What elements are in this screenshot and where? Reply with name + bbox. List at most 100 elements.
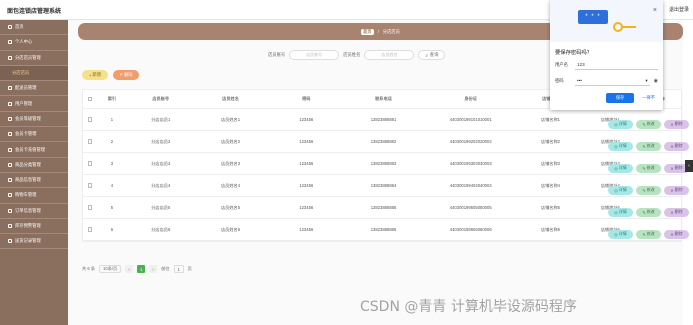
- search-row: 店员账号 店员账号 店员姓名 店员姓名 ⌕ 查询: [268, 50, 446, 60]
- chevron-down-icon[interactable]: ▾: [645, 78, 647, 84]
- table-cell: 13823888886: [370, 227, 397, 232]
- password-value: •••: [577, 78, 582, 83]
- select-all-checkbox[interactable]: [87, 96, 93, 102]
- table-cell: 店铺名称6: [540, 226, 560, 232]
- table-cell: 分店店员3: [151, 160, 171, 166]
- watermark: CSDN @青青 计算机毕设源码程序: [360, 299, 577, 315]
- sidebar-item[interactable]: 库存预警管理: [0, 219, 68, 235]
- app-title: 面包连锁店管理系统: [7, 9, 62, 15]
- table-cell: 440300199202020002: [449, 139, 492, 144]
- never-save-button[interactable]: 一律不: [642, 95, 655, 101]
- plus-icon: +: [88, 72, 92, 78]
- data-table: 索引店员账号店员姓名密码联系电话身份证店铺名称店铺地址操作 1分店店员1店员姓名…: [82, 89, 689, 242]
- table-cell: 13823888884: [370, 183, 397, 188]
- table-cell: 店铺名称3: [540, 160, 560, 166]
- table-cell: 店铺名称4: [540, 182, 560, 188]
- table-cell: 440300199303030003: [449, 161, 492, 166]
- popup-title: 要保存密码吗？: [555, 50, 593, 56]
- row-checkbox[interactable]: [87, 227, 93, 232]
- search-label-name: 店员姓名: [343, 52, 361, 57]
- breadcrumb-home[interactable]: 首页: [361, 28, 374, 35]
- sidebar-item[interactable]: 分店店员管理: [0, 51, 68, 66]
- sidebar-item[interactable]: 商品信息管理: [0, 173, 68, 189]
- menu-icon: [8, 86, 12, 91]
- menu-icon: [8, 239, 12, 244]
- sidebar-item-label: 订单信息管理: [15, 207, 41, 213]
- row-checkbox[interactable]: [87, 161, 93, 166]
- table-row: 2 分店店员2 店员姓名2 123456 13823888882 440300199202…: [83, 131, 689, 153]
- key-shaft: [622, 26, 636, 28]
- table-row: 1 分店店员1 店员姓名1 123456 13823888881 440300199101…: [83, 109, 689, 131]
- row-checkbox-cell: [83, 183, 97, 188]
- table-cell: 店铺名称1: [540, 116, 560, 122]
- add-button[interactable]: + 新增: [82, 70, 108, 80]
- sidebar-item[interactable]: 购物车管理: [0, 188, 68, 204]
- sidebar-item[interactable]: 会员卡管理: [0, 127, 68, 143]
- table-cell: 店员姓名6: [220, 226, 241, 232]
- sidebar-item-label: 商品分类管理: [15, 161, 41, 167]
- table-cell: 分店店员6: [151, 226, 171, 232]
- table-cell: 6: [110, 227, 114, 232]
- side-collapse-tab[interactable]: ‹: [685, 160, 693, 172]
- sidebar-item[interactable]: 送货记录管理: [0, 234, 68, 250]
- sidebar-item[interactable]: 分店店员: [0, 65, 68, 82]
- password-card-icon: * * *: [578, 10, 608, 24]
- row-checkbox[interactable]: [87, 183, 93, 188]
- sidebar-item[interactable]: 会员卡充值管理: [0, 142, 68, 158]
- table-cell: 1: [110, 117, 114, 122]
- prev-page-button[interactable]: <: [125, 265, 134, 273]
- query-button[interactable]: ⌕ 查询: [418, 50, 446, 60]
- table-cell: 分店店员4: [151, 182, 171, 188]
- batch-delete-label: 删除: [124, 72, 133, 77]
- menu-icon: [8, 224, 12, 228]
- breadcrumb-separator: /: [377, 29, 379, 34]
- row-checkbox[interactable]: [87, 139, 93, 144]
- batch-delete-button[interactable]: ✕ 删除: [113, 70, 139, 80]
- username-field[interactable]: 123: [575, 61, 658, 70]
- eye-icon[interactable]: ◉: [654, 78, 658, 84]
- column-header: 身份证: [464, 96, 477, 101]
- table-cell: 分店店员1: [151, 116, 171, 122]
- save-password-button[interactable]: 保存: [606, 93, 635, 103]
- sidebar-item-label: 商品信息管理: [15, 177, 41, 183]
- goto-page-input[interactable]: 1: [173, 265, 184, 273]
- sidebar-item[interactable]: 首页: [0, 20, 68, 36]
- table-cell: 123456: [299, 161, 314, 166]
- name-search-input[interactable]: 店员姓名: [364, 50, 415, 60]
- sidebar-item[interactable]: 订单信息管理: [0, 204, 68, 219]
- table-row: 5 分店店员5 店员姓名5 123456 13823888885 440300199505…: [83, 197, 689, 219]
- pagination: 共 6 条 10条/页 < 1 > 前往 1 页: [82, 265, 192, 273]
- password-row: 密码 ••• ▾ ◉: [555, 76, 658, 86]
- menu-icon: [8, 101, 12, 106]
- trash-icon: ✕: [119, 72, 123, 77]
- table-cell: 店铺名称2: [540, 138, 560, 144]
- logout-link[interactable]: 退出登录: [669, 6, 689, 13]
- table-cell: 440300199505050005: [449, 205, 492, 210]
- sidebar-item-label: 库存预警管理: [15, 223, 41, 228]
- table-cell: 店员姓名1: [220, 116, 241, 122]
- page-size-select[interactable]: 10条/页: [99, 265, 122, 273]
- password-field[interactable]: ••• ▾: [575, 77, 650, 86]
- table-cell: 店员姓名3: [220, 160, 241, 166]
- current-page[interactable]: 1: [137, 265, 146, 273]
- table-row: 6 分店店员6 店员姓名6 123456 13823888886 440300199606…: [83, 219, 689, 241]
- sidebar-item[interactable]: 个人中心: [0, 35, 68, 51]
- query-button-label: 查询: [429, 52, 439, 57]
- row-checkbox-cell: [83, 227, 97, 232]
- sidebar-item-label: 会员等级管理: [15, 115, 41, 121]
- menu-icon: [8, 208, 12, 213]
- sidebar-item[interactable]: 会员等级管理: [0, 112, 68, 128]
- close-icon[interactable]: ×: [653, 7, 657, 14]
- username-row: 用户名 123: [555, 60, 658, 70]
- sidebar-item[interactable]: 商品分类管理: [0, 158, 68, 173]
- next-page-button[interactable]: >: [149, 265, 158, 273]
- table-cell: 440300199404040004: [449, 183, 492, 188]
- row-checkbox[interactable]: [87, 205, 93, 210]
- sidebar-item[interactable]: 用户管理: [0, 96, 68, 112]
- account-search-input[interactable]: 店员账号: [289, 50, 340, 60]
- row-checkbox[interactable]: [87, 117, 93, 122]
- username-label: 用户名: [555, 62, 568, 67]
- sidebar-item-label: 送货记录管理: [15, 238, 41, 244]
- sidebar-item[interactable]: 配送员管理: [0, 81, 68, 97]
- column-header: 联系电话: [375, 96, 392, 101]
